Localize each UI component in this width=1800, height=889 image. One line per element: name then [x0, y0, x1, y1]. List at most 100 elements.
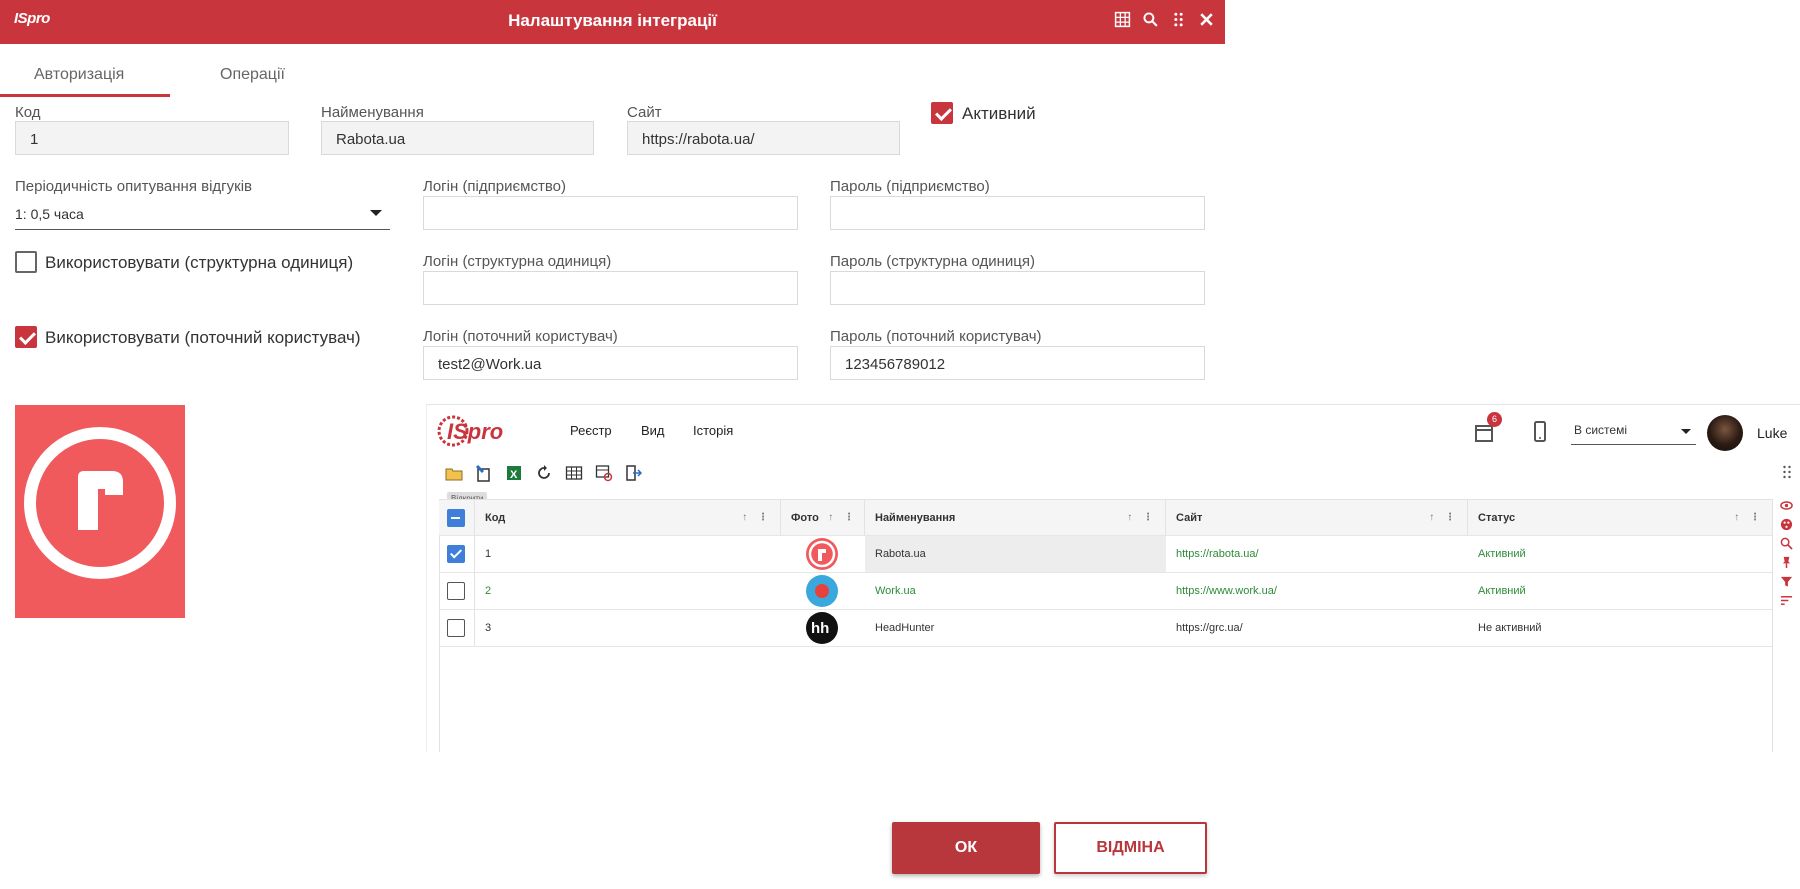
column-header-name[interactable]: Найменування ↑ ⋮ — [865, 500, 1166, 535]
name-label: Найменування — [321, 104, 424, 121]
use-unit-label: Використовувати (структурна одиниця) — [45, 253, 354, 272]
sort-menu-icon[interactable]: ↑ ⋮ — [1127, 512, 1157, 523]
menu-history[interactable]: Історія — [693, 423, 733, 438]
password-company-label: Пароль (підприємство) — [830, 178, 990, 195]
edit-icon[interactable] — [473, 462, 495, 484]
active-tab-indicator — [0, 94, 170, 97]
use-user-label: Використовувати (поточний користувач) — [45, 328, 361, 347]
rabota-logo-image — [15, 405, 185, 618]
row-checkbox[interactable] — [447, 619, 465, 637]
refresh-icon[interactable] — [533, 462, 555, 484]
cell-code: 3 — [485, 622, 492, 634]
drag-dots-icon[interactable] — [1170, 11, 1187, 28]
ok-button[interactable]: ОК — [892, 822, 1040, 874]
menu-view[interactable]: Вид — [641, 423, 665, 438]
table-icon[interactable] — [563, 462, 585, 484]
cell-name: Work.ua — [875, 585, 916, 597]
palette-icon[interactable] — [1780, 518, 1793, 531]
close-icon[interactable] — [1198, 11, 1215, 28]
code-label: Код — [15, 104, 41, 121]
table-row[interactable]: 3 hh HeadHunter https://grc.ua/ Не актив… — [439, 610, 1772, 647]
sort-menu-icon[interactable]: ↑ ⋮ — [828, 512, 858, 523]
cell-code: 1 — [485, 548, 492, 560]
login-company-label: Логін (підприємство) — [423, 178, 566, 195]
sort-lines-icon[interactable] — [1780, 594, 1793, 607]
headhunter-logo: hh — [806, 612, 838, 644]
search-icon[interactable] — [1780, 537, 1793, 550]
poll-label: Періодичність опитування відгуків — [15, 178, 252, 195]
sort-menu-icon[interactable]: ↑ ⋮ — [742, 512, 772, 523]
grid-side-toolbar — [1775, 499, 1797, 607]
embedded-app-screenshot: ISpro Реєстр Вид Історія 6 В системі Luk… — [426, 404, 1800, 752]
drag-dots-icon[interactable] — [1782, 465, 1792, 484]
cell-site: https://grc.ua/ — [1176, 622, 1243, 634]
grid-icon[interactable] — [1114, 11, 1131, 28]
pin-icon[interactable] — [1780, 556, 1793, 569]
table-row[interactable]: 1 Rabota.ua https://rabota.ua/ Активний — [439, 536, 1772, 573]
column-header-photo[interactable]: Фото ↑ ⋮ — [781, 500, 865, 535]
poll-select[interactable]: 1: 0,5 часа — [15, 204, 390, 230]
table-refresh-icon[interactable] — [593, 462, 615, 484]
cancel-button[interactable]: ВІДМІНА — [1054, 822, 1207, 874]
svg-text:X: X — [510, 469, 518, 481]
cell-status: Активний — [1478, 585, 1526, 597]
status-value: В системі — [1574, 423, 1627, 437]
app-header: ISpro Реєстр Вид Історія 6 В системі Luk… — [427, 405, 1800, 455]
row-checkbox[interactable] — [447, 545, 465, 563]
cell-name: Rabota.ua — [865, 536, 1166, 572]
search-icon[interactable] — [1142, 11, 1159, 28]
user-name[interactable]: Luke — [1757, 425, 1787, 441]
login-user-field[interactable]: test2@Work.ua — [423, 346, 798, 380]
app-toolbar: X — [443, 462, 645, 484]
avatar[interactable] — [1707, 415, 1743, 451]
login-company-field[interactable] — [423, 196, 798, 230]
column-header-site[interactable]: Сайт ↑ ⋮ — [1166, 500, 1468, 535]
password-unit-label: Пароль (структурна одиниця) — [830, 253, 1036, 270]
login-unit-label: Логін (структурна одиниця) — [423, 253, 612, 270]
password-user-label: Пароль (поточний користувач) — [830, 328, 1042, 345]
password-user-field[interactable]: 123456789012 — [830, 346, 1205, 380]
open-folder-icon[interactable] — [443, 462, 465, 484]
poll-value: 1: 0,5 часа — [15, 206, 84, 222]
rabota-logo — [806, 538, 838, 570]
window-titlebar: ISpro Налаштування інтеграції — [0, 0, 1225, 44]
column-header-status[interactable]: Статус ↑ ⋮ — [1468, 500, 1772, 535]
menu-registry[interactable]: Реєстр — [570, 423, 612, 438]
login-user-label: Логін (поточний користувач) — [423, 328, 618, 345]
tab-authorization[interactable]: Авторизація — [34, 66, 124, 84]
excel-icon[interactable]: X — [503, 462, 525, 484]
column-header-code[interactable]: Код ↑ ⋮ — [475, 500, 781, 535]
login-unit-field[interactable] — [423, 271, 798, 305]
filter-icon[interactable] — [1780, 575, 1793, 588]
password-company-field[interactable] — [830, 196, 1205, 230]
use-user-checkbox[interactable] — [15, 326, 37, 348]
active-label: Активний — [962, 104, 1036, 123]
sort-menu-icon[interactable]: ↑ ⋮ — [1429, 512, 1459, 523]
select-all-checkbox[interactable] — [447, 508, 465, 527]
sort-menu-icon[interactable]: ↑ ⋮ — [1734, 512, 1764, 523]
code-field[interactable]: 1 — [15, 121, 289, 155]
site-field[interactable]: https://rabota.ua/ — [627, 121, 900, 155]
cell-status: Активний — [1478, 548, 1526, 560]
mobile-icon[interactable] — [1533, 421, 1547, 448]
grid-header-row: Код ↑ ⋮ Фото ↑ ⋮ Найменування ↑ ⋮ Сайт ↑… — [439, 500, 1772, 536]
cell-status: Не активний — [1478, 622, 1542, 634]
ispro-app-logo: ISpro — [437, 411, 507, 456]
grid-right-border — [1772, 499, 1773, 752]
name-field[interactable]: Rabota.ua — [321, 121, 594, 155]
eye-icon[interactable] — [1779, 499, 1793, 512]
tab-operations[interactable]: Операції — [220, 66, 285, 84]
password-unit-field[interactable] — [830, 271, 1205, 305]
table-row[interactable]: 2 Work.ua https://www.work.ua/ Активний — [439, 573, 1772, 610]
cell-code: 2 — [485, 585, 492, 597]
use-unit-checkbox[interactable] — [15, 251, 37, 273]
active-checkbox[interactable] — [931, 102, 953, 124]
notification-badge: 6 — [1487, 412, 1502, 427]
window-title: Налаштування інтеграції — [508, 11, 717, 30]
site-label: Сайт — [627, 104, 662, 121]
exit-icon[interactable] — [623, 462, 645, 484]
cell-name: HeadHunter — [875, 622, 935, 634]
status-select[interactable]: В системі — [1571, 421, 1696, 445]
svg-text:hh: hh — [811, 620, 829, 637]
row-checkbox[interactable] — [447, 582, 465, 600]
